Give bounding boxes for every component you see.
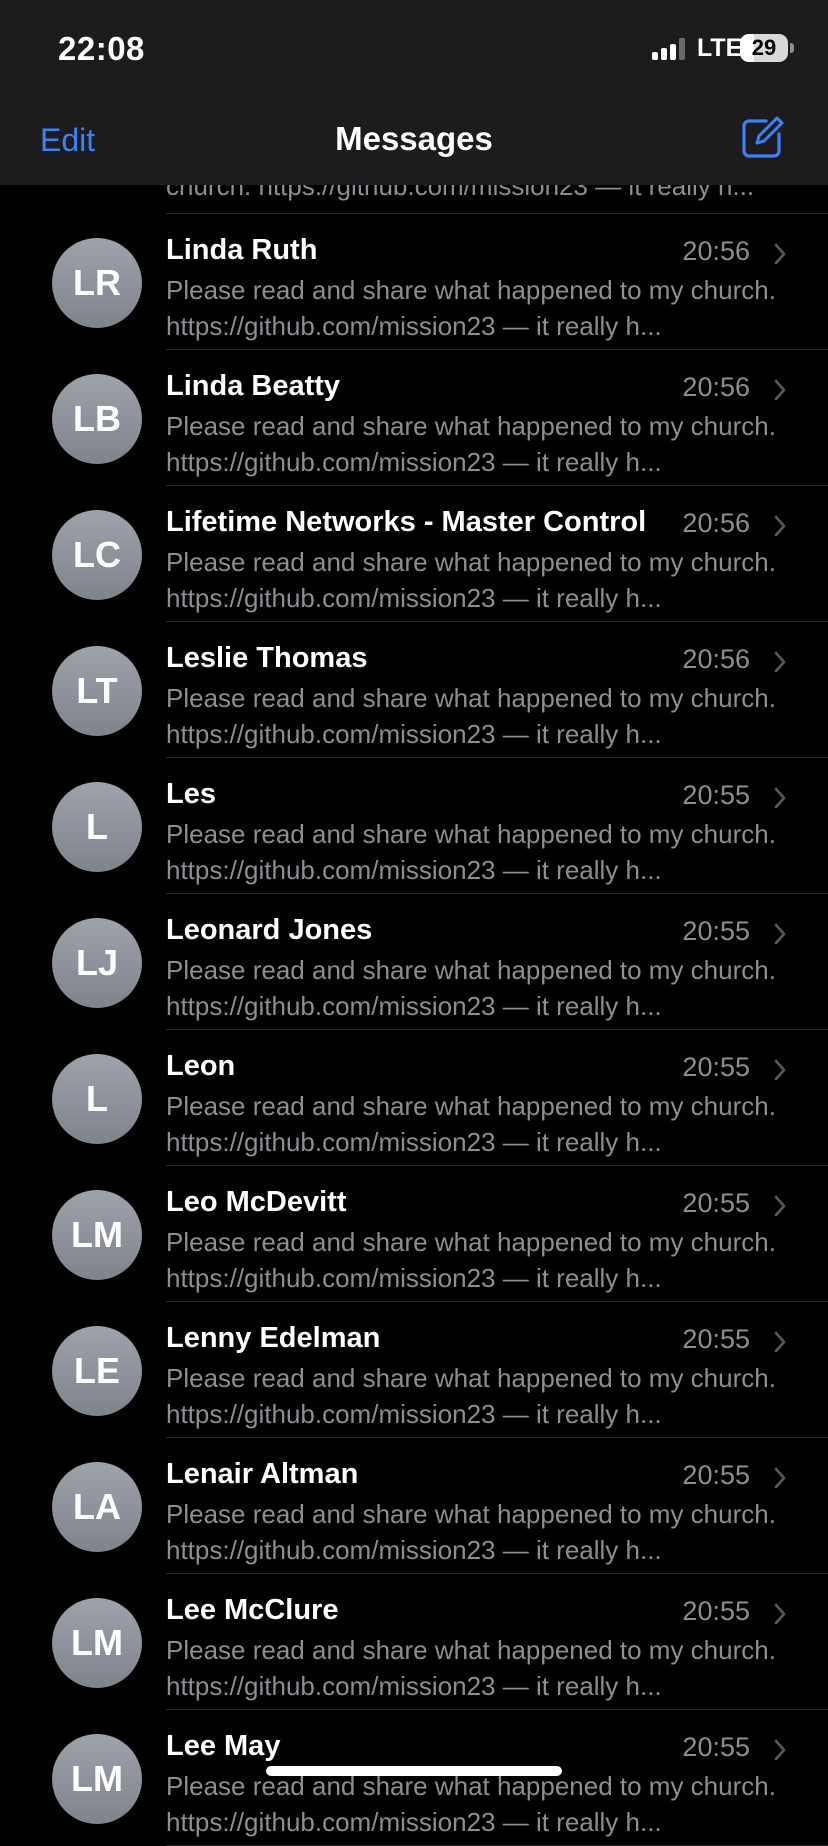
avatar-initials: LB xyxy=(73,398,121,439)
network-type: LTE xyxy=(697,34,743,62)
contact-name: Lifetime Networks - Master Control xyxy=(166,506,647,538)
cellular-signal-icon xyxy=(652,38,688,60)
avatar: L xyxy=(52,782,142,872)
conversation-row[interactable]: LE Lenny Edelman 20:55 Please read and shar… xyxy=(0,1302,828,1438)
compose-button[interactable] xyxy=(738,114,786,162)
avatar: LM xyxy=(52,1598,142,1688)
avatar-initials: LE xyxy=(73,1350,120,1391)
avatar: LB xyxy=(52,374,142,464)
avatar: L xyxy=(52,1054,142,1144)
avatar: LA xyxy=(52,1462,142,1552)
message-preview: Please read and share what happened to m… xyxy=(166,411,776,477)
chevron-right-icon xyxy=(774,1331,786,1353)
message-time: 20:55 xyxy=(682,780,750,810)
contact-name: Lenny Edelman xyxy=(166,1322,381,1354)
chevron-right-icon xyxy=(774,651,786,673)
conversation-row[interactable]: LM Leo McDevitt 20:55 Please read and share… xyxy=(0,1166,828,1302)
avatar-initials: LM xyxy=(71,1622,123,1663)
conversation-row[interactable]: LJ Leonard Jones 20:55 Please read and shar… xyxy=(0,894,828,1030)
chevron-right-icon xyxy=(774,787,786,809)
contact-name: Leslie Thomas xyxy=(166,642,368,674)
avatar: LM xyxy=(52,1734,142,1824)
message-time: 20:55 xyxy=(682,1460,750,1490)
chevron-right-icon xyxy=(774,1603,786,1625)
avatar: LT xyxy=(52,646,142,736)
chevron-right-icon xyxy=(774,1059,786,1081)
compose-icon xyxy=(742,116,784,158)
message-preview: Please read and share what happened to m… xyxy=(166,1091,776,1157)
avatar-initials: L xyxy=(86,1078,108,1119)
chevron-right-icon xyxy=(774,1467,786,1489)
avatar-initials: LJ xyxy=(75,942,118,983)
message-preview: Please read and share what happened to m… xyxy=(166,1363,776,1429)
message-time: 20:55 xyxy=(682,1052,750,1082)
message-time: 20:55 xyxy=(682,1324,750,1354)
conversation-row[interactable]: LR Linda Ruth 20:56 Please read and share w… xyxy=(0,214,828,350)
avatar-initials: LC xyxy=(73,534,121,575)
contact-name: Lee May xyxy=(166,1730,281,1762)
message-time: 20:55 xyxy=(682,1188,750,1218)
conversation-list: church. https://github.com/mission23 — i… xyxy=(0,48,828,1846)
contact-name: Les xyxy=(166,778,216,810)
message-preview: Please read and share what happened to m… xyxy=(166,819,776,885)
conversation-row[interactable]: L Leon 20:55 Please read and share what hap… xyxy=(0,1030,828,1166)
avatar-initials: LM xyxy=(71,1214,123,1255)
message-time: 20:55 xyxy=(682,1732,750,1762)
message-time: 20:55 xyxy=(682,916,750,946)
conversation-row[interactable]: L Les 20:55 Please read and share what happ… xyxy=(0,758,828,894)
avatar-initials: L xyxy=(86,806,108,847)
message-time: 20:56 xyxy=(682,372,750,402)
conversation-row[interactable]: LC Lifetime Networks - Master Control 20:5… xyxy=(0,486,828,622)
avatar: LR xyxy=(52,238,142,328)
chevron-right-icon xyxy=(774,515,786,537)
battery-level: 29 xyxy=(751,35,777,60)
message-time: 20:56 xyxy=(682,508,750,538)
avatar: LJ xyxy=(52,918,142,1008)
message-preview: Please read and share what happened to m… xyxy=(166,275,776,341)
conversation-row[interactable]: LB Linda Beatty 20:56 Please read and share… xyxy=(0,350,828,486)
page-title: Messages xyxy=(335,120,493,157)
message-preview: Please read and share what happened to m… xyxy=(166,1635,776,1701)
message-time: 20:56 xyxy=(682,644,750,674)
message-time: 20:56 xyxy=(682,236,750,266)
contact-name: Lee McClure xyxy=(166,1594,339,1626)
message-preview: Please read and share what happened to m… xyxy=(166,1227,776,1293)
chevron-right-icon xyxy=(774,1739,786,1761)
contact-name: Linda Beatty xyxy=(166,370,341,402)
chevron-right-icon xyxy=(774,243,786,265)
contact-name: Linda Ruth xyxy=(166,234,318,266)
avatar-initials: LR xyxy=(73,262,121,303)
battery-icon: 29 xyxy=(740,34,788,62)
conversation-row[interactable]: LM Lee McClure 20:55 Please read and share … xyxy=(0,1574,828,1710)
chevron-right-icon xyxy=(774,1195,786,1217)
conversation-row[interactable]: LM Lee May 20:55 Please read and share what… xyxy=(0,1710,828,1846)
conversation-row[interactable]: LT Leslie Thomas 20:56 Please read and shar… xyxy=(0,622,828,758)
contact-name: Leonard Jones xyxy=(166,914,373,946)
avatar-initials: LT xyxy=(76,670,118,711)
avatar: LC xyxy=(52,510,142,600)
message-preview: Please read and share what happened to m… xyxy=(166,683,776,749)
navigation-bar: Edit Messages xyxy=(0,100,828,185)
conversation-row[interactable]: LA Lenair Altman 20:55 Please read and shar… xyxy=(0,1438,828,1574)
avatar: LE xyxy=(52,1326,142,1416)
avatar-initials: LA xyxy=(73,1486,121,1527)
chevron-right-icon xyxy=(774,923,786,945)
message-preview: Please read and share what happened to m… xyxy=(166,955,776,1021)
battery-tip xyxy=(790,43,794,53)
chevron-right-icon xyxy=(774,379,786,401)
message-preview: Please read and share what happened to m… xyxy=(166,547,776,613)
message-time: 20:55 xyxy=(682,1596,750,1626)
contact-name: Leon xyxy=(166,1050,236,1082)
contact-name: Lenair Altman xyxy=(166,1458,359,1490)
avatar: LM xyxy=(52,1190,142,1280)
status-time: 22:08 xyxy=(58,30,145,67)
message-preview: Please read and share what happened to m… xyxy=(166,1499,776,1565)
home-indicator xyxy=(266,1766,562,1776)
contact-name: Leo McDevitt xyxy=(166,1186,347,1218)
avatar-initials: LM xyxy=(71,1758,123,1799)
message-preview: Please read and share what happened to m… xyxy=(166,1771,776,1837)
status-bar: 22:08 LTE 29 xyxy=(0,0,828,100)
